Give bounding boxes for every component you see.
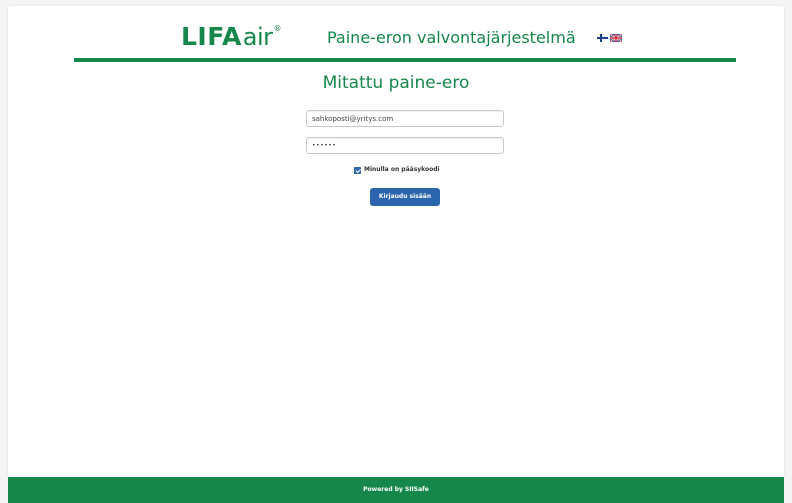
login-button[interactable]: Kirjaudu sisään <box>370 188 440 206</box>
main-code-label: Minulla on pääsykoodi <box>364 166 440 173</box>
uk-flag-icon[interactable] <box>610 34 622 42</box>
main-code-option[interactable]: Minulla on pääsykoodi <box>354 166 440 174</box>
app-title: Paine-eron valvontajärjestelmä <box>327 28 576 47</box>
logo-air-text: air <box>242 23 273 51</box>
page-title: Mitattu paine-ero <box>322 73 470 93</box>
language-selector <box>597 34 622 42</box>
footer-powered-by: Powered by SIISafe <box>363 486 429 493</box>
logo-registered-mark: ® <box>273 24 282 33</box>
logo-lifa-text: LIFA <box>181 22 242 51</box>
footer: Powered by SIISafe <box>8 477 784 503</box>
main-code-checkbox[interactable] <box>354 166 361 174</box>
password-field[interactable] <box>306 137 504 154</box>
header-divider <box>74 58 736 62</box>
lifaair-logo: LIFA air ® <box>181 22 282 52</box>
finnish-flag-icon[interactable] <box>597 34 608 42</box>
header: LIFA air ® Paine-eron valvontajärjestelm… <box>8 22 784 52</box>
login-page: LIFA air ® Paine-eron valvontajärjestelm… <box>8 6 784 477</box>
email-field[interactable] <box>306 110 504 127</box>
